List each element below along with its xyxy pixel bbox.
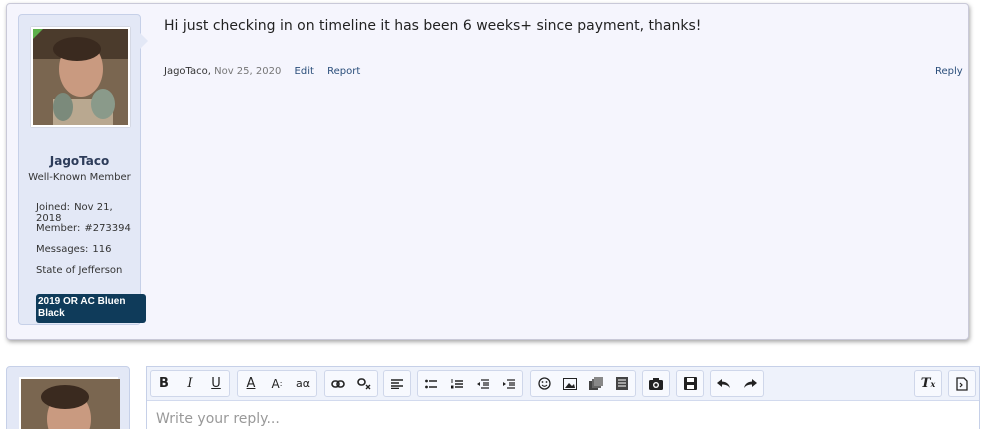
joined-label: Joined: xyxy=(36,202,71,213)
save-draft-icon[interactable] xyxy=(677,371,703,396)
text-color-icon[interactable]: A xyxy=(238,371,264,396)
numbered-list-icon[interactable] xyxy=(444,371,470,396)
format-group: Tx xyxy=(914,370,942,397)
bullet-list-icon[interactable] xyxy=(418,371,444,396)
reply-link[interactable]: Reply xyxy=(935,66,963,77)
bold-icon[interactable]: B xyxy=(151,371,177,396)
stat-messages: Messages: 116 xyxy=(36,244,112,255)
link-group xyxy=(324,370,378,397)
italic-icon[interactable]: I xyxy=(177,371,203,396)
media-icon[interactable] xyxy=(583,371,609,396)
avatar-image xyxy=(33,29,128,125)
post: JagoTaco Well-Known Member Joined: Nov 21… xyxy=(6,3,969,340)
stat-joined: Joined: Nov 21, 2018 xyxy=(36,202,140,224)
avatar[interactable] xyxy=(31,27,130,127)
font-family-icon[interactable]: aα xyxy=(290,371,316,396)
edit-link[interactable]: Edit xyxy=(295,66,314,77)
camera-group xyxy=(642,370,670,397)
quote-icon[interactable] xyxy=(609,371,635,396)
messages-label: Messages: xyxy=(36,244,89,255)
align-icon[interactable] xyxy=(384,371,410,396)
indent-icon[interactable] xyxy=(496,371,522,396)
stat-member: Member: #273394 xyxy=(36,223,131,234)
text-style-group: B I U xyxy=(150,370,230,397)
link-icon[interactable] xyxy=(325,371,351,396)
align-group xyxy=(383,370,411,397)
remove-format-icon[interactable]: Tx xyxy=(915,371,941,396)
save-group xyxy=(676,370,704,397)
quick-reply-avatar-image xyxy=(21,379,120,429)
redo-icon[interactable] xyxy=(737,371,763,396)
bbcode-group xyxy=(948,370,976,397)
user-panel: JagoTaco Well-Known Member Joined: Nov 21… xyxy=(18,14,148,325)
user-title: Well-Known Member xyxy=(28,172,131,183)
history-group xyxy=(710,370,764,397)
underline-icon[interactable]: U xyxy=(203,371,229,396)
outdent-icon[interactable] xyxy=(470,371,496,396)
reply-editor[interactable]: B I U A A: aα T x Write your reply... xyxy=(146,366,980,429)
messages-value[interactable]: 116 xyxy=(92,244,111,255)
post-meta: JagoTaco, Nov 25, 2020 Edit Report xyxy=(164,66,361,77)
unlink-icon[interactable] xyxy=(351,371,377,396)
font-group: A A: aα xyxy=(237,370,317,397)
post-message: Hi just checking in on timeline it has b… xyxy=(164,18,702,34)
username[interactable]: JagoTaco xyxy=(19,154,140,168)
undo-icon[interactable] xyxy=(711,371,737,396)
report-link[interactable]: Report xyxy=(327,66,360,77)
post-author[interactable]: JagoTaco xyxy=(164,66,208,77)
user-location: State of Jefferson xyxy=(36,265,123,276)
post-date[interactable]: Nov 25, 2020 xyxy=(214,66,281,77)
online-tag xyxy=(33,29,44,40)
quick-reply-user-panel xyxy=(6,366,130,429)
member-value: #273394 xyxy=(84,223,131,234)
font-size-icon[interactable]: A: xyxy=(264,371,290,396)
smilie-icon[interactable] xyxy=(531,371,557,396)
panel-arrow xyxy=(140,33,148,49)
quick-reply-avatar xyxy=(19,377,120,429)
image-icon[interactable] xyxy=(557,371,583,396)
toggle-bbcode-icon[interactable] xyxy=(949,371,975,396)
list-group xyxy=(417,370,523,397)
reply-input[interactable]: Write your reply... xyxy=(156,411,280,427)
camera-icon[interactable] xyxy=(643,371,669,396)
user-banner: 2019 OR AC Bluen Black xyxy=(36,294,146,323)
insert-group xyxy=(530,370,636,397)
editor-toolbar: B I U A A: aα T x xyxy=(147,367,979,401)
member-label: Member: xyxy=(36,223,81,234)
